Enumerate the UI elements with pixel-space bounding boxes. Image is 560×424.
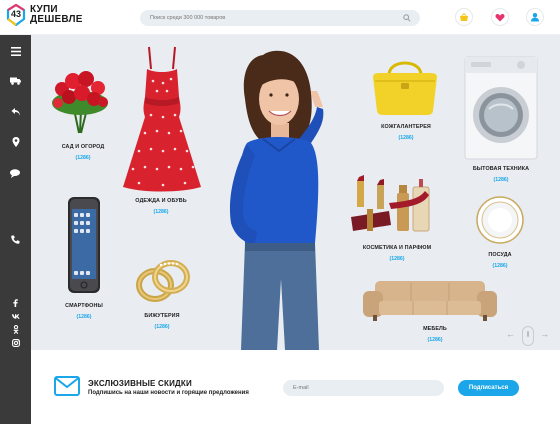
category-appliances[interactable]: БЫТОВАЯ ТЕХНИКА (1286) — [463, 166, 539, 183]
logo-badge-icon: 43 — [6, 4, 26, 26]
truck-icon — [10, 77, 21, 85]
mail-icon — [54, 376, 80, 396]
category-name: МЕБЕЛЬ — [423, 326, 447, 332]
flowers-image[interactable] — [49, 69, 111, 135]
sidebar-odnoklassniki-link[interactable] — [0, 324, 31, 334]
header: 43 КУПИ ДЕШЕВЛЕ — [0, 0, 560, 35]
category-name: КОСМЕТИКА И ПАРФЮМ — [362, 245, 432, 251]
logo-line-2: ДЕШЕВЛЕ — [30, 14, 83, 25]
facebook-icon — [13, 299, 18, 307]
logo[interactable]: 43 КУПИ ДЕШЕВЛЕ — [6, 4, 83, 26]
phone-icon — [11, 235, 20, 244]
category-count: (1286) — [493, 177, 509, 183]
user-icon — [531, 13, 539, 22]
category-garden[interactable]: САД И ОГОРОД (1286) — [48, 144, 118, 161]
logo-number: 43 — [10, 9, 21, 19]
favorites-button[interactable] — [491, 8, 509, 26]
subscribe-title: ЭКСЛЮЗИВНЫЕ СКИДКИ — [88, 379, 192, 388]
category-name: БЫТОВАЯ ТЕХНИКА — [472, 166, 530, 172]
category-count: (1286) — [153, 209, 169, 215]
odnoklassniki-icon — [12, 324, 19, 334]
category-count: (1286) — [427, 337, 443, 343]
slider-indicator[interactable] — [522, 326, 534, 346]
handbag-image[interactable] — [367, 53, 443, 117]
category-leather-goods[interactable]: КОЖГАЛАНТЕРЕЯ (1286) — [371, 124, 441, 141]
basket-icon — [460, 12, 468, 21]
washing-machine-image[interactable] — [463, 55, 539, 161]
category-count: (1286) — [398, 135, 414, 141]
sidebar-vk-link[interactable] — [0, 311, 31, 321]
return-icon — [11, 108, 20, 116]
vk-icon — [11, 313, 20, 319]
logo-text: КУПИ ДЕШЕВЛЕ — [30, 5, 83, 25]
sidebar-facebook-link[interactable] — [0, 298, 31, 308]
category-cosmetics[interactable]: КОСМЕТИКА И ПАРФЮМ (1286) — [353, 245, 441, 262]
model-woman-image — [229, 50, 324, 350]
user-button[interactable] — [526, 8, 544, 26]
sidebar-phone-button[interactable] — [0, 231, 31, 247]
plate-image[interactable] — [475, 195, 525, 245]
category-count: (1286) — [154, 324, 170, 330]
slider-prev-arrow-icon[interactable]: ← — [506, 329, 515, 339]
chat-icon — [10, 168, 20, 178]
category-smartphones[interactable]: СМАРТФОНЫ (1286) — [51, 303, 117, 320]
search-icon[interactable] — [403, 14, 411, 22]
category-count: (1286) — [76, 314, 92, 320]
sofa-image[interactable] — [361, 277, 499, 323]
category-name: ОДЕЖДА И ОБУВЬ — [135, 198, 187, 204]
search-input[interactable] — [150, 10, 390, 26]
location-icon — [12, 137, 19, 147]
instagram-icon — [11, 339, 20, 347]
category-name: ПОСУДА — [488, 252, 512, 258]
category-clothes[interactable]: ОДЕЖДА И ОБУВЬ (1286) — [125, 198, 197, 215]
hero-banner: САД И ОГОРОД (1286) ОДЕЖДА И ОБУВЬ (1286… — [31, 35, 560, 350]
category-jewelry[interactable]: БИЖУТЕРИЯ (1286) — [129, 313, 195, 330]
category-count: (1286) — [75, 155, 91, 161]
category-count: (1286) — [492, 263, 508, 269]
category-name: БИЖУТЕРИЯ — [144, 313, 180, 319]
sidebar-chat-button[interactable] — [0, 165, 31, 181]
rings-image[interactable] — [135, 257, 191, 307]
sidebar-return-button[interactable] — [0, 104, 31, 120]
search-bar — [140, 10, 420, 26]
basket-button[interactable] — [455, 8, 473, 26]
smartphone-image[interactable] — [65, 195, 103, 295]
subscribe-button[interactable]: Подписаться — [458, 380, 519, 396]
category-name: СМАРТФОНЫ — [65, 303, 103, 309]
email-field[interactable] — [283, 380, 444, 396]
sidebar-delivery-button[interactable] — [0, 73, 31, 89]
category-dishes[interactable]: ПОСУДА (1286) — [473, 252, 527, 269]
category-count: (1286) — [389, 256, 405, 262]
heart-icon — [495, 13, 505, 21]
red-dress-image[interactable] — [121, 45, 203, 193]
category-furniture[interactable]: МЕБЕЛЬ (1286) — [405, 326, 465, 343]
sidebar — [0, 35, 31, 424]
cosmetics-image[interactable] — [349, 173, 441, 239]
slider-next-arrow-icon[interactable]: → — [540, 329, 549, 339]
subscribe-subtitle: Подпишись на наши новости и горящие пред… — [88, 390, 249, 396]
menu-icon — [10, 46, 21, 56]
subscribe-section: ЭКСЛЮЗИВНЫЕ СКИДКИ Подпишись на наши нов… — [31, 350, 560, 424]
sidebar-location-button[interactable] — [0, 134, 31, 150]
category-name: САД И ОГОРОД — [61, 144, 105, 150]
sidebar-instagram-link[interactable] — [0, 338, 31, 348]
category-name: КОЖГАЛАНТЕРЕЯ — [381, 124, 431, 130]
sidebar-menu-button[interactable] — [0, 43, 31, 59]
